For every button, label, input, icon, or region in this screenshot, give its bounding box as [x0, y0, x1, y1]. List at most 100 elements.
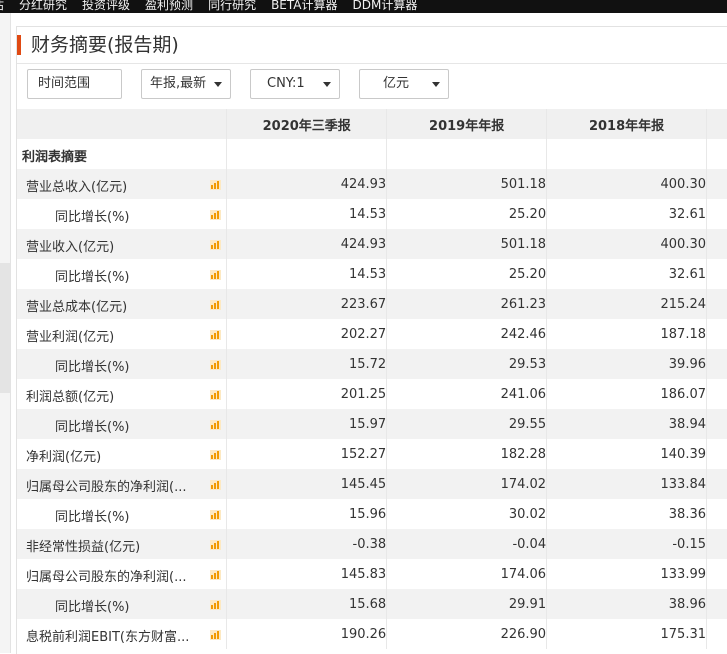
table-row: 净利润(亿元)152.27182.28140.39 [17, 439, 727, 469]
header-filler [707, 109, 727, 139]
value-cell: 190.26 [227, 619, 387, 649]
bar-chart-icon[interactable] [210, 210, 221, 220]
bar-chart-icon[interactable] [210, 180, 221, 190]
filler-cell [707, 229, 727, 259]
value-cell: 15.97 [227, 409, 387, 439]
table-row: 同比增长(%)15.6829.9138.96 [17, 589, 727, 619]
row-label: 非经常性损益(亿元) [26, 536, 140, 555]
table-row: 非经常性损益(亿元)-0.38-0.04-0.15 [17, 529, 727, 559]
filler-cell [707, 469, 727, 499]
value-cell: 15.96 [227, 499, 387, 529]
value-cell: 226.90 [387, 619, 547, 649]
filler-cell [707, 529, 727, 559]
topnav-item[interactable]: BETA计算器 [271, 0, 337, 12]
topnav-item[interactable]: 盈利预测 [145, 0, 193, 12]
row-label-cell: 同比增长(%) [17, 199, 227, 229]
filler-cell [707, 319, 727, 349]
value-cell: -0.38 [227, 529, 387, 559]
value-cell: 29.55 [387, 409, 547, 439]
table-row: 归属母公司股东的净利润(...145.83174.06133.99 [17, 559, 727, 589]
unit-select[interactable]: 亿元 [359, 69, 449, 99]
row-label: 归属母公司股东的净利润(... [26, 566, 186, 585]
bar-chart-icon[interactable] [210, 360, 221, 370]
bar-chart-icon[interactable] [210, 510, 221, 520]
bar-chart-icon[interactable] [210, 480, 221, 490]
value-cell: 15.68 [227, 589, 387, 619]
left-strip-shade [0, 263, 10, 393]
value-cell: 501.18 [387, 229, 547, 259]
value-cell: 174.02 [387, 469, 547, 499]
panel-title: 财务摘要(报告期) [31, 33, 179, 57]
bar-chart-icon[interactable] [210, 300, 221, 310]
topnav-item[interactable]: DDM计算器 [353, 0, 418, 12]
row-label-cell: 营业利润(亿元) [17, 319, 227, 349]
bar-chart-icon[interactable] [210, 390, 221, 400]
row-label: 营业收入(亿元) [26, 236, 114, 255]
value-cell: 175.31 [547, 619, 707, 649]
table-row: 同比增长(%)15.9729.5538.94 [17, 409, 727, 439]
header-label-cell [17, 109, 227, 139]
row-label-cell: 利润总额(亿元) [17, 379, 227, 409]
bar-chart-icon[interactable] [210, 330, 221, 340]
financial-summary-table: 2020年三季报 2019年年报 2018年年报 利润表摘要 营业总收入(亿元)… [17, 109, 727, 649]
topnav-item[interactable]: 投资评级 [82, 0, 130, 12]
value-cell: 29.91 [387, 589, 547, 619]
table-row: 利润总额(亿元)201.25241.06186.07 [17, 379, 727, 409]
value-cell: 152.27 [227, 439, 387, 469]
row-label-cell: 净利润(亿元) [17, 439, 227, 469]
report-type-select[interactable]: 年报,最新 [141, 69, 231, 99]
bar-chart-icon[interactable] [210, 630, 221, 640]
chevron-down-icon [432, 82, 440, 87]
value-cell: 201.25 [227, 379, 387, 409]
value-cell: 30.02 [387, 499, 547, 529]
filler-cell [707, 439, 727, 469]
chevron-down-icon [214, 82, 222, 87]
bar-chart-icon[interactable] [210, 570, 221, 580]
filler-cell [707, 559, 727, 589]
panel-header: 财务摘要(报告期) [17, 27, 727, 64]
filler-cell [707, 289, 727, 319]
row-label-cell: 营业收入(亿元) [17, 229, 227, 259]
value-cell: 29.53 [387, 349, 547, 379]
top-nav-bar: 盈利预测评估 分红研究 投资评级 盈利预测 同行研究 BETA计算器 DDM计算器 [0, 0, 727, 13]
topnav-item[interactable]: 分红研究 [19, 0, 67, 12]
row-label: 同比增长(%) [55, 206, 130, 225]
row-label-cell: 营业总收入(亿元) [17, 169, 227, 199]
empty-cell [547, 139, 707, 169]
topnav-item[interactable]: 同行研究 [208, 0, 256, 12]
table-row: 归属母公司股东的净利润(...145.45174.02133.84 [17, 469, 727, 499]
header-2020-q3[interactable]: 2020年三季报 [227, 109, 387, 139]
filler-cell [707, 169, 727, 199]
value-cell: 424.93 [227, 229, 387, 259]
row-label: 同比增长(%) [55, 506, 130, 525]
row-label-cell: 归属母公司股东的净利润(... [17, 469, 227, 499]
value-cell: 145.45 [227, 469, 387, 499]
header-2018-annual[interactable]: 2018年年报 [547, 109, 707, 139]
filler-cell [707, 409, 727, 439]
topnav-item[interactable]: 盈利预测评估 [0, 0, 4, 12]
empty-cell [387, 139, 547, 169]
value-cell: 15.72 [227, 349, 387, 379]
filler-cell [707, 499, 727, 529]
time-range-button[interactable]: 时间范围 [27, 69, 122, 99]
filler-cell [707, 619, 727, 649]
row-label: 营业总收入(亿元) [26, 176, 127, 195]
header-2019-annual[interactable]: 2019年年报 [387, 109, 547, 139]
left-scroll-strip [0, 13, 11, 653]
table-row: 营业总成本(亿元)223.67261.23215.24 [17, 289, 727, 319]
row-label: 同比增长(%) [55, 596, 130, 615]
row-label-cell: 息税前利润EBIT(东方财富... [17, 619, 227, 649]
row-label: 营业总成本(亿元) [26, 296, 127, 315]
bar-chart-icon[interactable] [210, 540, 221, 550]
filler-cell [707, 259, 727, 289]
bar-chart-icon[interactable] [210, 270, 221, 280]
value-cell: 38.94 [547, 409, 707, 439]
bar-chart-icon[interactable] [210, 600, 221, 610]
currency-select[interactable]: CNY:1 [250, 69, 340, 99]
bar-chart-icon[interactable] [210, 450, 221, 460]
row-label-cell: 归属母公司股东的净利润(... [17, 559, 227, 589]
row-label: 归属母公司股东的净利润(... [26, 476, 186, 495]
row-label: 同比增长(%) [55, 266, 130, 285]
bar-chart-icon[interactable] [210, 420, 221, 430]
bar-chart-icon[interactable] [210, 240, 221, 250]
